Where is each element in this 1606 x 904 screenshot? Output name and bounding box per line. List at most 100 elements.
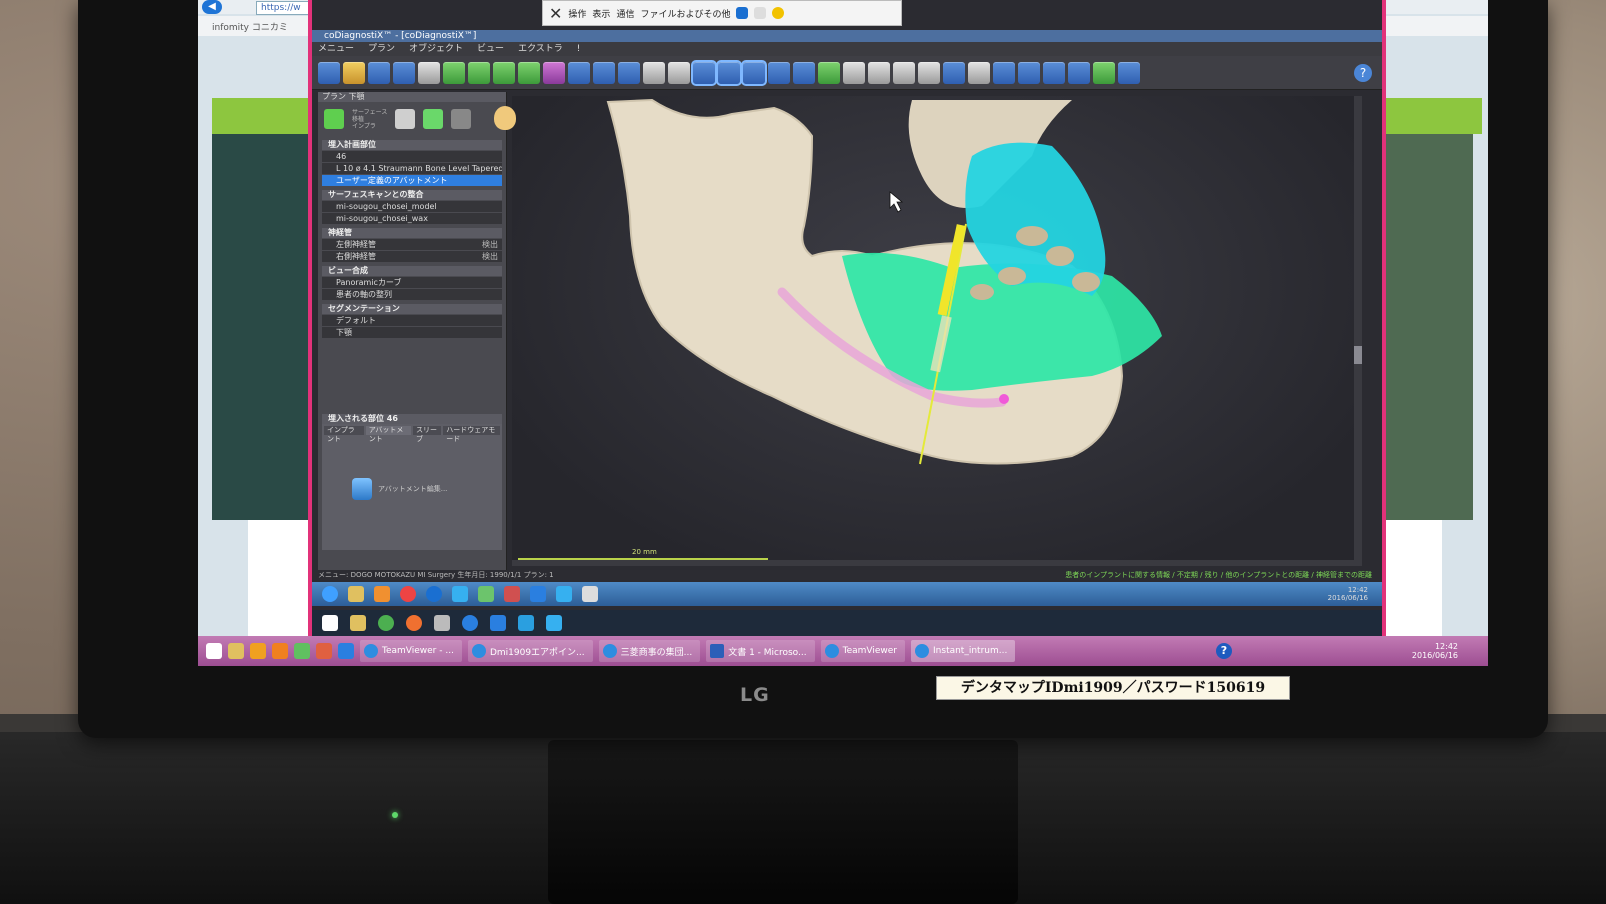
- windows-start-icon[interactable]: [322, 615, 338, 631]
- app-icon-2[interactable]: [462, 615, 478, 631]
- tooth-icon[interactable]: [443, 61, 465, 84]
- taskbar-button-active[interactable]: Instant_intrum...: [911, 640, 1016, 662]
- drill-icon[interactable]: [593, 61, 615, 84]
- list-item[interactable]: 患者の軸の整列: [322, 289, 502, 300]
- save-icon[interactable]: [368, 61, 390, 84]
- dropbox-icon[interactable]: [490, 615, 506, 631]
- view-3d-icon[interactable]: [691, 59, 717, 86]
- list-item-selected[interactable]: ユーザー定義のアバットメント: [322, 175, 502, 186]
- list-item[interactable]: Panoramicカーブ: [322, 277, 502, 288]
- close-icon[interactable]: ✕: [549, 4, 562, 23]
- horizontal-scrollbar[interactable]: [512, 560, 1362, 566]
- magnet-icon[interactable]: [1068, 61, 1090, 84]
- view-home-icon[interactable]: [741, 59, 767, 86]
- vertical-scrollbar[interactable]: [1354, 96, 1362, 566]
- implant-tool-icon[interactable]: [395, 109, 416, 129]
- head-orientation-icon[interactable]: [494, 106, 516, 130]
- segment-icon[interactable]: [868, 61, 890, 84]
- cut-icon[interactable]: [843, 61, 865, 84]
- taskbar-button[interactable]: 三菱商事の集団...: [598, 640, 701, 662]
- help-icon[interactable]: ?: [1354, 63, 1372, 82]
- list-item[interactable]: 右側神経管 検出: [322, 251, 502, 262]
- menu-item[interactable]: メニュー: [318, 42, 354, 56]
- menu-item[interactable]: !: [577, 42, 581, 56]
- list-item[interactable]: L 10 ø 4.1 Straumann Bone Level Tapered …: [322, 163, 502, 174]
- pipe-icon[interactable]: [993, 61, 1015, 84]
- tooth-add-icon[interactable]: [468, 61, 490, 84]
- remote-start-icon[interactable]: [322, 586, 338, 602]
- chrome-icon-2[interactable]: [378, 615, 394, 631]
- tab-hardware[interactable]: ハードウェアモード: [443, 426, 500, 443]
- notes-icon[interactable]: [582, 586, 598, 602]
- taskbar-button[interactable]: 文書 1 - Microso...: [706, 640, 815, 662]
- open-folder-icon[interactable]: [343, 61, 365, 84]
- firefox-icon[interactable]: [406, 615, 422, 631]
- edit-abutment-button[interactable]: アバットメント編集...: [352, 478, 447, 500]
- media-icon[interactable]: [374, 586, 390, 602]
- checkmark-icon[interactable]: [423, 109, 444, 129]
- guide-icon[interactable]: [643, 61, 665, 84]
- excel-icon[interactable]: [478, 586, 494, 602]
- tab-abutment[interactable]: アバットメント: [365, 426, 411, 443]
- export-icon[interactable]: [668, 61, 690, 84]
- tab-implant[interactable]: インプラント: [324, 426, 364, 443]
- list-item[interactable]: 左側神経管 検出: [322, 239, 502, 250]
- list-item[interactable]: デフォルト: [322, 315, 502, 326]
- outlook-icon[interactable]: [250, 643, 266, 659]
- tv-communicate-menu[interactable]: 通信: [616, 7, 634, 20]
- undo-icon[interactable]: [918, 61, 940, 84]
- help-icon-taskbar[interactable]: ?: [1216, 643, 1232, 659]
- monitor-icon[interactable]: [1043, 61, 1065, 84]
- folder-icon[interactable]: [348, 586, 364, 602]
- dropbox-icon-taskbar[interactable]: [338, 643, 354, 659]
- outer-tab[interactable]: infomity コニカミ: [212, 20, 288, 33]
- 3d-viewport[interactable]: 20 mm: [512, 96, 1362, 566]
- rotate-icon[interactable]: [818, 61, 840, 84]
- taskbar-button[interactable]: Dmi1909エアポイン...: [467, 640, 593, 662]
- explorer-icon-taskbar[interactable]: [228, 643, 244, 659]
- pen-icon[interactable]: [968, 61, 990, 84]
- measure-icon[interactable]: [768, 61, 790, 84]
- layer-icon[interactable]: [943, 61, 965, 84]
- pdf-icon[interactable]: [504, 586, 520, 602]
- teamviewer-icon[interactable]: [530, 586, 546, 602]
- menu-item[interactable]: ビュー: [477, 42, 504, 56]
- taskbar-button[interactable]: TeamViewer: [820, 640, 906, 662]
- add-icon[interactable]: [324, 109, 344, 129]
- explorer-icon[interactable]: [350, 615, 366, 631]
- taskbar-button[interactable]: TeamViewer - ...: [360, 640, 462, 662]
- media-icon-taskbar[interactable]: [272, 643, 288, 659]
- skype-icon-3[interactable]: [546, 615, 562, 631]
- skype-icon[interactable]: [452, 586, 468, 602]
- report-icon[interactable]: [1093, 61, 1115, 84]
- implant-move-icon[interactable]: [518, 61, 540, 84]
- tv-view-menu[interactable]: 表示: [592, 7, 610, 20]
- settings-icon[interactable]: [1118, 61, 1140, 84]
- list-item[interactable]: mi-sougou_chosei_wax: [322, 213, 502, 224]
- window-icon[interactable]: [754, 7, 767, 19]
- excel-icon-taskbar[interactable]: [294, 643, 310, 659]
- list-item[interactable]: mi-sougou_chosei_model: [322, 201, 502, 212]
- book-icon[interactable]: [1018, 61, 1040, 84]
- menu-item[interactable]: オブジェクト: [409, 42, 463, 56]
- tab-sleeve[interactable]: スリーブ: [412, 426, 442, 443]
- list-item[interactable]: 下顎: [322, 327, 502, 338]
- chrome-icon[interactable]: [400, 586, 416, 602]
- list-item[interactable]: 46: [322, 151, 502, 162]
- implant-icon[interactable]: [493, 61, 515, 84]
- delete-icon[interactable]: [451, 109, 472, 129]
- brush-icon[interactable]: [893, 61, 915, 84]
- copy-icon[interactable]: [393, 61, 415, 84]
- menu-item[interactable]: エクストラ: [518, 42, 563, 56]
- network-icon[interactable]: [434, 615, 450, 631]
- powerpoint-icon[interactable]: [316, 643, 332, 659]
- smiley-icon[interactable]: [772, 7, 785, 19]
- windows-icon[interactable]: [736, 7, 749, 19]
- tv-files-menu[interactable]: ファイルおよびその他: [640, 7, 730, 20]
- print-icon[interactable]: [418, 61, 440, 84]
- tv-actions-menu[interactable]: 操作: [568, 7, 586, 20]
- back-arrow-icon[interactable]: [318, 61, 340, 84]
- abutment-icon[interactable]: [618, 61, 640, 84]
- nerve-icon[interactable]: [543, 61, 565, 84]
- menu-item[interactable]: プラン: [368, 42, 395, 56]
